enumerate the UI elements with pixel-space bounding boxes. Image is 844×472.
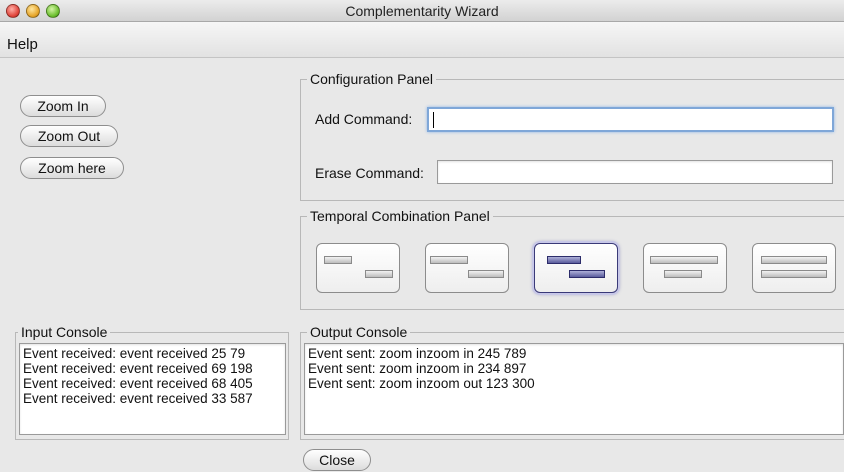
input-console-textarea[interactable]: Event received: event received 25 79 Eve… <box>19 343 286 435</box>
output-console-title: Output Console <box>307 323 411 341</box>
output-console-textarea[interactable]: Event sent: zoom inzoom in 245 789 Event… <box>304 343 844 435</box>
interval-b-icon <box>468 270 504 278</box>
input-console-line: Event received: event received 33 587 <box>23 391 253 406</box>
temporal-sequential-button[interactable] <box>316 243 400 293</box>
title-bar: Complementarity Wizard <box>0 0 844 22</box>
input-console-line: Event received: event received 69 198 <box>23 361 253 376</box>
interval-a-icon <box>650 256 718 264</box>
interval-b-icon <box>664 270 702 278</box>
configuration-panel-title: Configuration Panel <box>307 70 436 88</box>
temporal-equal-button[interactable] <box>752 243 836 293</box>
output-console-line: Event sent: zoom inzoom in 245 789 <box>308 346 527 361</box>
output-console-line: Event sent: zoom inzoom out 123 300 <box>308 376 535 391</box>
interval-b-icon <box>569 270 605 278</box>
output-console-line: Event sent: zoom inzoom in 234 897 <box>308 361 527 376</box>
input-console-title: Input Console <box>18 323 111 341</box>
input-console-line: Event received: event received 68 405 <box>23 376 253 391</box>
add-command-input[interactable] <box>427 107 834 132</box>
window-title: Complementarity Wizard <box>345 3 499 19</box>
zoom-out-button[interactable]: Zoom Out <box>20 125 118 147</box>
interval-a-icon <box>547 256 581 264</box>
close-button[interactable]: Close <box>303 449 371 471</box>
temporal-overlap-button[interactable] <box>534 243 618 293</box>
text-caret <box>433 112 434 128</box>
zoom-here-button[interactable]: Zoom here <box>20 157 124 179</box>
interval-a-icon <box>430 256 468 264</box>
input-console-line: Event received: event received 25 79 <box>23 346 246 361</box>
interval-a-icon <box>761 256 827 264</box>
menu-help[interactable]: Help <box>7 36 38 53</box>
zoom-in-button[interactable]: Zoom In <box>20 95 106 117</box>
temporal-sequential-gap-button[interactable] <box>425 243 509 293</box>
add-command-label: Add Command: <box>315 111 413 127</box>
temporal-combination-panel-title: Temporal Combination Panel <box>307 207 493 225</box>
interval-b-icon <box>365 270 393 278</box>
temporal-during-button[interactable] <box>643 243 727 293</box>
interval-a-icon <box>324 256 352 264</box>
erase-command-input[interactable] <box>437 160 833 184</box>
erase-command-label: Erase Command: <box>315 165 424 181</box>
interval-b-icon <box>761 270 827 278</box>
menu-bar: Help <box>0 22 844 58</box>
